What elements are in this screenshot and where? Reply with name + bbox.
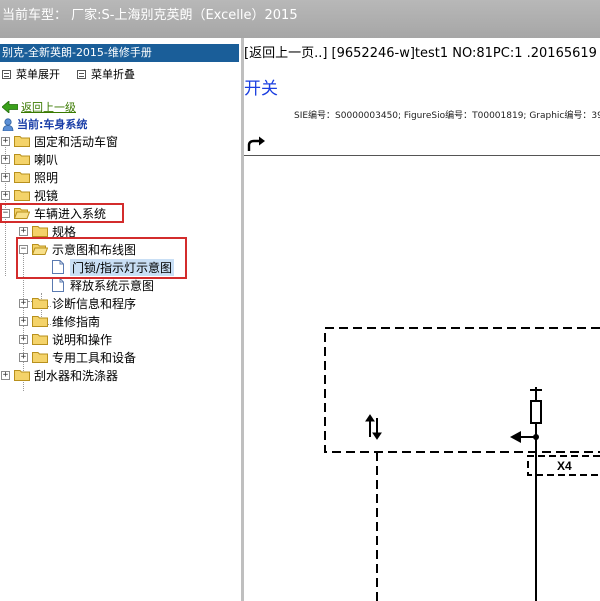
current-location-label: 当前:车身系统: [17, 118, 88, 131]
expand-icon[interactable]: +: [19, 334, 28, 344]
folder-icon: [32, 226, 48, 237]
folder-icon: [14, 190, 30, 201]
expand-menu-label: 菜单展开: [16, 68, 60, 81]
tree-node-special-tools[interactable]: + 专用工具和设备: [19, 348, 136, 366]
folder-icon: [14, 136, 30, 147]
folder-icon: [14, 172, 30, 183]
expand-icon[interactable]: +: [1, 172, 10, 182]
menu-toolbar: 菜单展开 菜单折叠: [0, 66, 239, 82]
menu-icon: [2, 69, 11, 79]
window-title: 当前车型： 厂家:S-上海别克英朗（Excelle）2015: [2, 8, 298, 23]
tree-node-label: 说明和操作: [52, 332, 113, 347]
tree-node-label: 视镜: [34, 188, 59, 203]
tree-node-label: 专用工具和设备: [52, 350, 137, 365]
document-title: 开关: [244, 79, 278, 99]
expand-icon[interactable]: +: [1, 370, 10, 380]
tree-node-mirrors[interactable]: + 视镜: [1, 186, 58, 204]
document-meta: SIE编号：S0000003450; FigureSio编号：T00001819…: [294, 111, 600, 121]
expand-icon[interactable]: +: [1, 154, 10, 164]
switch-symbol: [510, 387, 542, 601]
expand-icon[interactable]: +: [19, 298, 28, 308]
expand-icon[interactable]: +: [1, 190, 10, 200]
folder-icon: [32, 316, 48, 327]
tree-node-fixed-windows[interactable]: + 固定和活动车窗: [1, 132, 118, 150]
tree-node-wipers[interactable]: + 刮水器和洗涤器: [1, 366, 118, 384]
tree-node-description[interactable]: + 说明和操作: [19, 330, 112, 348]
document-icon: [52, 278, 64, 292]
highlight-box: [16, 237, 187, 279]
back-link-label: 返回上一级: [21, 101, 76, 114]
user-icon: [2, 117, 14, 131]
expand-icon[interactable]: +: [19, 352, 28, 362]
tree-node-diagnostics[interactable]: + 诊断信息和程序: [19, 294, 136, 312]
tree-node-label: 维修指南: [52, 314, 101, 329]
current-location: 当前:车身系统: [2, 116, 87, 132]
forward-arrow-icon[interactable]: [246, 136, 266, 152]
tree-node-label: 诊断信息和程序: [52, 296, 137, 311]
collapse-menu-button[interactable]: 菜单折叠: [77, 66, 135, 82]
tree-node-label: 刮水器和洗涤器: [34, 368, 119, 383]
connector-label: X4: [557, 459, 572, 473]
folder-icon: [14, 370, 30, 381]
content-pane: [返回上一页..] [9652246-w]test1 NO:81PC:1 .20…: [244, 38, 600, 601]
expand-icon[interactable]: +: [19, 316, 28, 326]
folder-icon: [32, 334, 48, 345]
bidirectional-arrow-icon: [365, 414, 382, 440]
tree-node-label: 照明: [34, 170, 59, 185]
manual-header: 别克-全新英朗-2015-维修手册: [0, 44, 239, 62]
folder-icon: [32, 298, 48, 309]
tree-node-label: 固定和活动车窗: [34, 134, 119, 149]
navigation-pane: 别克-全新英朗-2015-维修手册 菜单展开 菜单折叠 返回上一级 当前:车身系…: [0, 38, 241, 601]
folder-icon: [14, 154, 30, 165]
tree-node-lighting[interactable]: + 照明: [1, 168, 58, 186]
tree-node-horn[interactable]: + 喇叭: [1, 150, 58, 168]
folder-icon: [32, 352, 48, 363]
wiring-diagram: X4: [324, 327, 600, 601]
tree-node-label: 释放系统示意图: [70, 278, 155, 293]
manual-title: 别克-全新英朗-2015-维修手册: [2, 46, 152, 59]
menu-icon: [77, 69, 86, 79]
window-titlebar: 当前车型： 厂家:S-上海别克英朗（Excelle）2015: [0, 0, 600, 38]
expand-icon[interactable]: +: [1, 136, 10, 146]
diagram-toolbar: [244, 134, 600, 156]
document-path[interactable]: [返回上一页..] [9652246-w]test1 NO:81PC:1 .20…: [244, 42, 597, 61]
collapse-menu-label: 菜单折叠: [91, 68, 135, 81]
expand-menu-button[interactable]: 菜单展开: [2, 66, 60, 82]
dashed-component-box: [324, 327, 600, 453]
tree-node-repair-guide[interactable]: + 维修指南: [19, 312, 100, 330]
back-arrow-icon: [2, 101, 18, 113]
highlight-box: [0, 203, 124, 223]
back-link[interactable]: 返回上一级: [2, 99, 76, 115]
tree-node-label: 喇叭: [34, 152, 59, 167]
expand-icon[interactable]: +: [19, 226, 28, 236]
